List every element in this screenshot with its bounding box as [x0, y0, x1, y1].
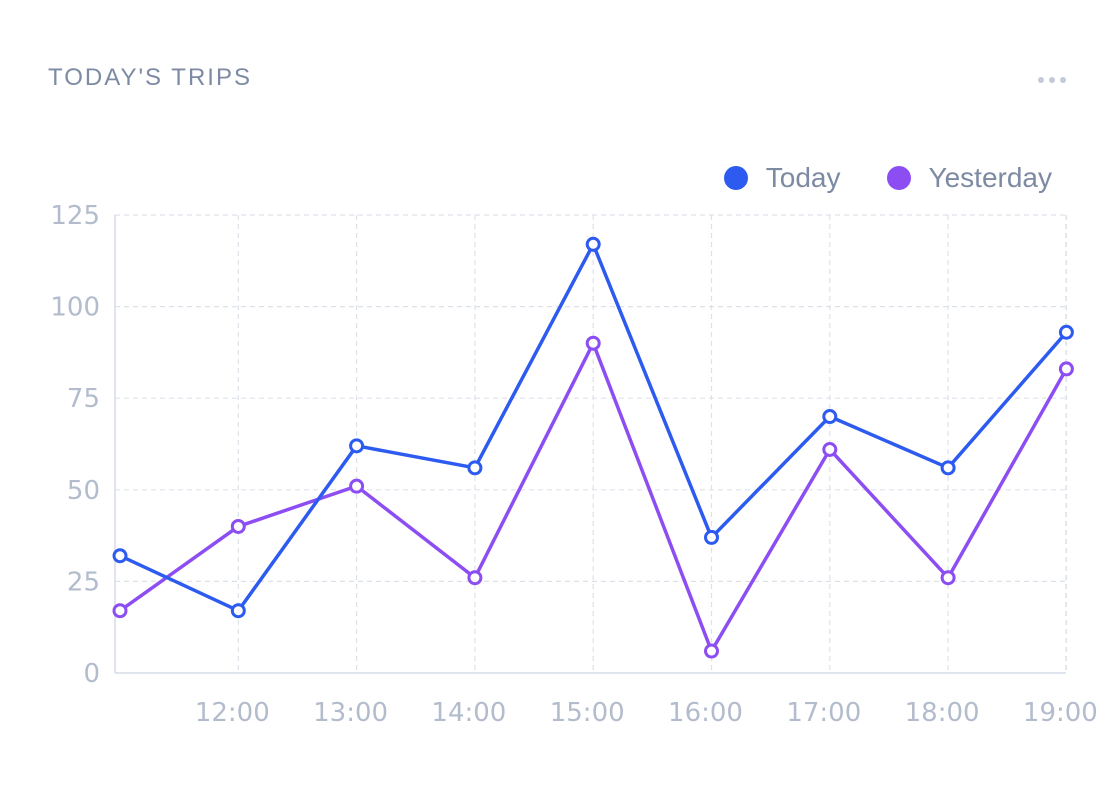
x-tick-label: 15:00 — [550, 698, 625, 728]
data-point-today — [112, 548, 128, 564]
data-point-today — [349, 438, 365, 454]
y-tick-label: 125 — [50, 201, 100, 231]
trips-card: TODAY'S TRIPS Today Yesterday 0 25 50 75 100… — [0, 0, 1116, 808]
y-tick-label: 75 — [67, 384, 100, 414]
x-tick-label: 12:00 — [195, 698, 270, 728]
data-point-yesterday — [349, 478, 365, 494]
data-point-today — [822, 409, 838, 425]
x-tick-label: 13:00 — [313, 698, 388, 728]
x-tick-label: 19:00 — [1023, 698, 1098, 728]
data-point-yesterday — [704, 643, 719, 659]
data-point-yesterday — [822, 441, 838, 457]
y-tick-label: 100 — [50, 293, 100, 323]
data-point-yesterday — [467, 570, 483, 586]
data-point-yesterday — [1058, 361, 1074, 377]
x-tick-label: 14:00 — [431, 698, 506, 728]
data-point-today — [1058, 324, 1074, 340]
x-tick-label: 17:00 — [786, 698, 861, 728]
data-point-today — [467, 460, 483, 476]
x-tick-label: 18:00 — [905, 698, 980, 728]
data-point-today — [940, 460, 956, 476]
data-point-today — [230, 603, 246, 619]
y-tick-label: 0 — [83, 659, 100, 689]
data-point-yesterday — [940, 570, 956, 586]
y-tick-label: 50 — [67, 476, 100, 506]
data-point-yesterday — [230, 518, 246, 534]
data-point-today — [585, 236, 601, 252]
data-point-today — [704, 529, 719, 545]
data-point-yesterday — [112, 603, 128, 619]
trips-line-chart: 0 25 50 75 100 125 12:00 13:00 14:00 15:00 16:00 17… — [50, 201, 1098, 728]
data-point-yesterday — [585, 335, 601, 351]
x-tick-label: 16:00 — [668, 698, 743, 728]
y-tick-label: 25 — [67, 567, 100, 597]
